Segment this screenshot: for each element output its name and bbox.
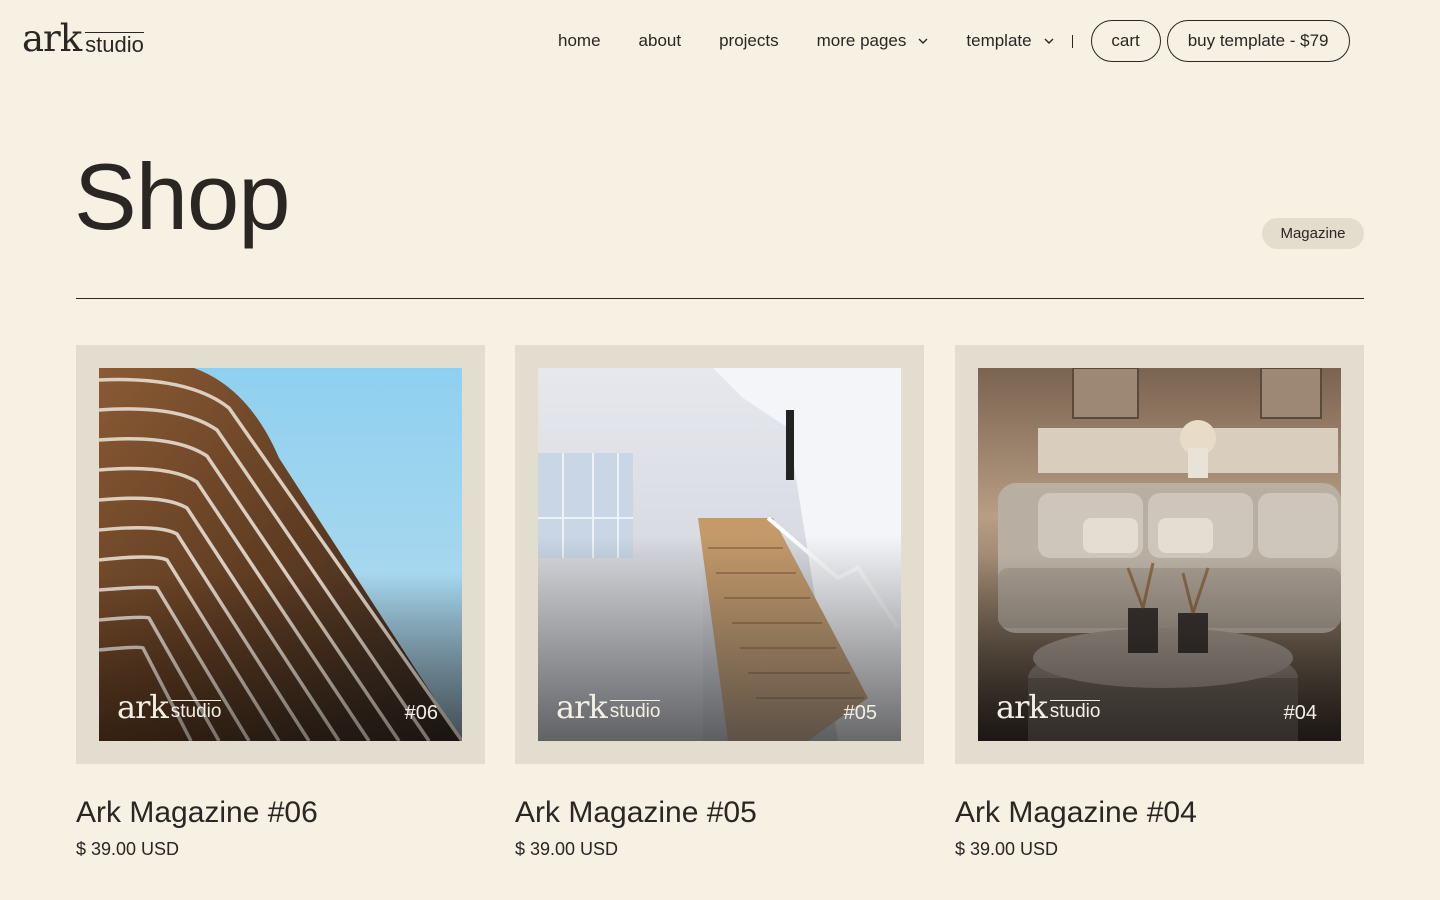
cover-brand-logo: ark studio — [556, 688, 661, 726]
nav-template-dropdown[interactable]: template — [966, 31, 1055, 51]
cover-issue-number: #05 — [843, 702, 877, 724]
cover-brand-logo: ark studio — [117, 688, 222, 726]
cover-logo-ark: ark — [117, 688, 169, 726]
product-price: $ 39.00 USD — [515, 839, 619, 859]
product-image-frame: ark studio #05 — [515, 345, 924, 764]
page-title: Shop — [74, 144, 291, 249]
product-cover-image: ark studio #05 — [538, 368, 901, 741]
brand-logo[interactable]: ark studio — [22, 20, 144, 58]
cover-logo-studio: studio — [609, 700, 661, 722]
cover-logo-studio: studio — [1049, 700, 1101, 722]
cover-issue-number: #06 — [404, 702, 438, 724]
brand-logo-ark: ark — [22, 17, 82, 60]
nav-separator — [1071, 34, 1073, 48]
product-image-frame: ark studio #04 — [955, 345, 1364, 764]
cover-logo-ark: ark — [996, 688, 1048, 726]
chevron-down-icon — [918, 38, 928, 44]
product-title[interactable]: Ark Magazine #06 — [76, 796, 485, 830]
product-title[interactable]: Ark Magazine #04 — [955, 796, 1364, 830]
category-tag-magazine[interactable]: Magazine — [1262, 218, 1364, 249]
nav-more-pages-label: more pages — [816, 31, 907, 50]
cover-brand-logo: ark studio — [996, 688, 1101, 726]
buy-template-button[interactable]: buy template - $79 — [1166, 20, 1350, 62]
product-title[interactable]: Ark Magazine #05 — [515, 796, 924, 830]
nav-home-link[interactable]: home — [558, 31, 601, 51]
product-image-frame: ark studio #06 — [76, 345, 485, 764]
divider — [76, 298, 1364, 299]
main-nav: home about projects more pages template … — [558, 20, 1350, 62]
nav-projects-link[interactable]: projects — [719, 31, 779, 51]
product-card[interactable]: ark studio #04 Ark Magazine #04 $ 39.00 … — [955, 345, 1364, 860]
product-cover-image: ark studio #04 — [978, 368, 1341, 741]
product-cover-image: ark studio #06 — [99, 368, 462, 741]
product-price: $ 39.00 USD — [76, 839, 180, 859]
chevron-down-icon — [1044, 38, 1054, 44]
nav-template-label: template — [966, 31, 1032, 50]
cover-logo-ark: ark — [556, 688, 608, 726]
nav-about-link[interactable]: about — [639, 31, 682, 51]
cart-button[interactable]: cart — [1090, 20, 1161, 62]
product-card[interactable]: ark studio #06 Ark Magazine #06 $ 39.00 … — [76, 345, 485, 860]
cover-logo-studio: studio — [170, 700, 222, 722]
nav-more-pages-dropdown[interactable]: more pages — [817, 31, 931, 51]
brand-logo-studio: studio — [85, 32, 144, 57]
product-card[interactable]: ark studio #05 Ark Magazine #05 $ 39.00 … — [515, 345, 924, 860]
product-price: $ 39.00 USD — [955, 839, 1059, 859]
cover-issue-number: #04 — [1283, 702, 1317, 724]
